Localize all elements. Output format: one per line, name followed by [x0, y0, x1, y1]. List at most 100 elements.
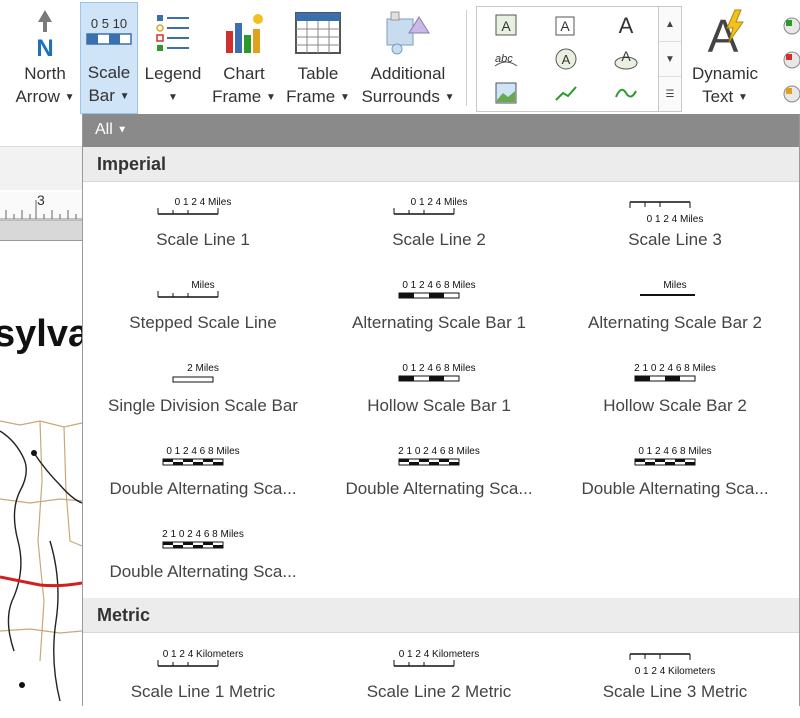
scale-bar-thumbnail: 0 1 2 4 Kilometers	[321, 640, 557, 676]
map-lines	[0, 420, 82, 702]
svg-text:0 1 2 4 Miles: 0 1 2 4 Miles	[411, 197, 468, 208]
chart-frame-button[interactable]: Chart Frame ▼	[208, 4, 280, 112]
line-callout-icon[interactable]	[543, 77, 589, 109]
scale-bar-thumbnail: 2 1 0 2 4 6 8 Miles	[85, 520, 321, 556]
scale-bar-style-item[interactable]: 0 1 2 4 6 8 Miles Hollow Scale Bar 1	[321, 354, 557, 432]
svg-text:abc: abc	[495, 53, 513, 65]
curve-callout-icon[interactable]	[603, 77, 649, 109]
chevron-down-icon: ▼	[265, 92, 276, 104]
ribbon-separator	[466, 10, 467, 106]
circle-text-icon[interactable]: A	[543, 43, 589, 75]
scale-bar-style-item[interactable]: 0 1 2 4 6 8 Miles Alternating Scale Bar 1	[321, 271, 557, 349]
additional-surrounds-icon	[356, 4, 460, 62]
legend-button[interactable]: Legend ▼	[140, 4, 206, 112]
svg-text:0 1 2 4 Kilometers: 0 1 2 4 Kilometers	[399, 649, 480, 660]
text-fancy-style-icon[interactable]: A	[543, 9, 589, 41]
scroll-down-icon[interactable]: ▼	[659, 42, 681, 77]
scale-bar-style-item[interactable]: 0 1 2 4 Miles Scale Line 2	[321, 188, 557, 266]
scale-bar-style-item[interactable]: 0 1 2 4 Miles Scale Line 3	[557, 188, 793, 266]
map-view[interactable]: sylva	[0, 240, 82, 707]
text-box-style-icon[interactable]: A	[483, 9, 529, 41]
scale-bar-style-item[interactable]: 2 1 0 2 4 6 8 Miles Hollow Scale Bar 2	[557, 354, 793, 432]
svg-text:Miles: Miles	[191, 280, 214, 291]
curved-text-icon[interactable]: abc	[483, 43, 529, 75]
scale-bar-style-item[interactable]: 2 1 0 2 4 6 8 Miles Double Alternating Sc…	[85, 520, 321, 598]
gallery-filter-bar: All ▼	[83, 114, 799, 147]
scale-bar-style-item[interactable]: Miles Alternating Scale Bar 2	[557, 271, 793, 349]
picture-text-icon[interactable]	[483, 77, 529, 109]
scale-bar-style-label: Double Alternating Sca...	[109, 562, 297, 581]
scale-bar-thumbnail: 0 1 2 4 Kilometers	[557, 640, 793, 676]
chevron-down-icon: ▼	[64, 92, 75, 104]
scale-bar-style-label: Alternating Scale Bar 1	[352, 313, 526, 332]
svg-text:0 1 2 4 6 8 Miles: 0 1 2 4 6 8 Miles	[402, 280, 475, 291]
chevron-down-icon: ▼	[119, 91, 130, 103]
svg-text:A: A	[619, 13, 634, 37]
scale-bar-thumbnail: 0 1 2 4 6 8 Miles	[85, 437, 321, 473]
scale-bar-thumbnail: Miles	[85, 271, 321, 307]
canvas-gutter	[0, 221, 82, 240]
scale-bar-style-item[interactable]: 0 1 2 4 Kilometers Scale Line 3 Metric	[557, 640, 793, 718]
svg-text:A: A	[621, 48, 631, 64]
scale-bar-thumbnail: 0 1 2 4 6 8 Miles	[321, 271, 557, 307]
svg-text:0 1 2 4 6 8 Miles: 0 1 2 4 6 8 Miles	[166, 446, 239, 457]
svg-text:0 1 2 4 Kilometers: 0 1 2 4 Kilometers	[163, 649, 244, 660]
filter-dropdown[interactable]: All ▼	[95, 121, 127, 139]
scroll-up-icon[interactable]: ▲	[659, 7, 681, 42]
gallery-expand-icon[interactable]: ☰	[659, 77, 681, 111]
chevron-down-icon: ▼	[444, 92, 455, 104]
scale-bar-thumbnail: 2 Miles	[85, 354, 321, 390]
scale-bar-thumbnail: 0 1 2 4 Miles	[321, 188, 557, 224]
north-arrow-icon: N	[10, 4, 80, 62]
svg-text:0 1 2 4 6 8 Miles: 0 1 2 4 6 8 Miles	[638, 446, 711, 457]
scale-bar-style-item[interactable]: 0 1 2 4 Kilometers Scale Line 2 Metric	[321, 640, 557, 718]
scale-bar-style-item[interactable]: 2 1 0 2 4 6 8 Miles Double Alternating Sc…	[321, 437, 557, 515]
gallery-scrollbar[interactable]: ▲ ▼ ☰	[658, 7, 681, 111]
scale-bar-button[interactable]: 0 5 10 Scale Bar ▼	[80, 2, 138, 114]
scale-bar-style-label: Hollow Scale Bar 1	[367, 396, 511, 415]
scale-bar-style-item[interactable]: 0 1 2 4 6 8 Miles Double Alternating Sca.…	[85, 437, 321, 515]
scale-bar-style-label: Scale Line 1 Metric	[130, 682, 276, 701]
section-header-imperial: Imperial	[83, 147, 799, 182]
scale-bar-thumbnail: Miles	[557, 271, 793, 307]
dynamic-text-icon: A	[686, 4, 764, 62]
svg-text:2 1 0 2 4 6 8 Miles: 2 1 0 2 4 6 8 Miles	[398, 446, 480, 457]
scale-bar-style-label: Scale Line 3	[628, 230, 722, 249]
north-arrow-button[interactable]: N North Arrow ▼	[10, 4, 80, 112]
additional-surrounds-button[interactable]: Additional Surrounds ▼	[356, 4, 460, 112]
svg-text:0 5 10: 0 5 10	[91, 16, 127, 31]
scale-bar-style-label: Double Alternating Sca...	[581, 479, 769, 498]
svg-text:N: N	[36, 35, 53, 58]
chevron-down-icon: ▼	[168, 92, 178, 104]
chevron-down-icon: ▼	[339, 92, 350, 104]
svg-text:0 1 2 4 6 8 Miles: 0 1 2 4 6 8 Miles	[402, 363, 475, 374]
scale-bar-style-label: Scale Line 2	[392, 230, 486, 249]
scale-bar-style-item[interactable]: 0 1 2 4 Kilometers Scale Line 1 Metric	[85, 640, 321, 718]
svg-text:A: A	[562, 52, 571, 67]
scale-bar-style-label: Double Alternating Sca...	[345, 479, 533, 498]
scale-bar-style-item[interactable]: 0 1 2 4 6 8 Miles Double Alternating Sca.…	[557, 437, 793, 515]
ellipse-text-icon[interactable]: A	[603, 43, 649, 75]
scale-bar-icon: 0 5 10	[81, 3, 137, 61]
svg-text:A: A	[560, 18, 570, 34]
ribbon-overflow-icons	[776, 12, 800, 112]
scale-bar-style-item[interactable]: Miles Stepped Scale Line	[85, 271, 321, 349]
scale-bar-style-item[interactable]: 2 Miles Single Division Scale Bar	[85, 354, 321, 432]
scale-bar-style-item[interactable]: 0 1 2 4 Miles Scale Line 1	[85, 188, 321, 266]
svg-text:2 1 0 2 4 6 8 Miles: 2 1 0 2 4 6 8 Miles	[162, 529, 244, 540]
scale-bar-thumbnail: 0 1 2 4 6 8 Miles	[321, 354, 557, 390]
scale-bar-style-label: Alternating Scale Bar 2	[588, 313, 762, 332]
scale-bar-style-label: Double Alternating Sca...	[109, 479, 297, 498]
scale-bar-thumbnail: 0 1 2 4 Miles	[85, 188, 321, 224]
text-plain-style-icon[interactable]: A	[603, 9, 649, 41]
legend-icon	[140, 4, 206, 62]
section-header-metric: Metric	[83, 598, 799, 633]
svg-text:2 1 0 2 4 6 8 Miles: 2 1 0 2 4 6 8 Miles	[634, 363, 716, 374]
table-frame-button[interactable]: Table Frame ▼	[282, 4, 354, 112]
dynamic-text-button[interactable]: A Dynamic Text ▼	[686, 4, 764, 112]
chevron-down-icon: ▼	[117, 124, 128, 136]
svg-text:0 1 2 4 Miles: 0 1 2 4 Miles	[647, 214, 704, 224]
svg-text:2 Miles: 2 Miles	[187, 363, 219, 374]
scale-bar-thumbnail: 2 1 0 2 4 6 8 Miles	[321, 437, 557, 473]
text-style-gallery[interactable]: A A A abc A A ▲ ▼ ☰	[476, 6, 682, 112]
